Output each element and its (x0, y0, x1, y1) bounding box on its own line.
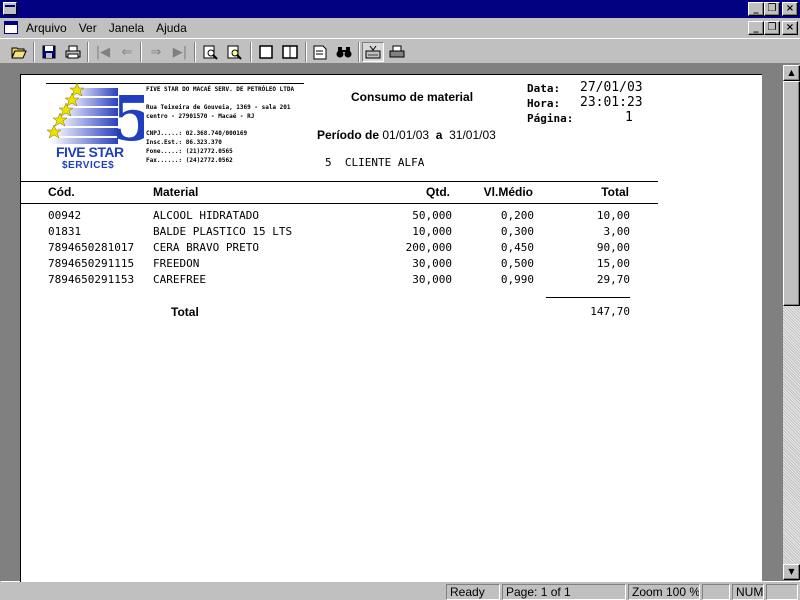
one-page-icon[interactable] (255, 42, 277, 62)
status-num: NUM (732, 584, 764, 600)
date-value: 27/01/03 (580, 80, 643, 95)
toolbar: |◀ ⇐ ⇒ ▶| (0, 38, 800, 64)
minimize-button[interactable]: _ (748, 2, 764, 16)
open-folder-icon[interactable] (8, 42, 30, 62)
col-header-vl-medio: Vl.Médio (483, 185, 533, 199)
scroll-down-icon[interactable]: ▼ (783, 564, 800, 580)
fax: Fax......: (24)2772.0562 (146, 157, 233, 164)
status-scrl (766, 584, 798, 600)
two-pages-icon[interactable] (279, 42, 301, 62)
report-title: Consumo de material (351, 90, 474, 104)
next-page-icon[interactable]: ⇒ (145, 42, 167, 62)
address-line-1: Rua Teixeira de Gouveia, 1369 - sala 201 (146, 104, 291, 111)
previous-page-icon[interactable]: ⇐ (116, 42, 138, 62)
insc-est: Insc.Est.: 86.323.370 (146, 139, 222, 146)
address-line-2: centro - 27901570 - Macaé - RJ (146, 113, 255, 120)
doc-restore-button[interactable]: ❐ (764, 21, 780, 35)
period: Período de 01/01/03 a 31/01/03 (317, 128, 496, 142)
vertical-scrollbar[interactable]: ▲ ▼ (783, 65, 800, 580)
page-setup-icon[interactable] (309, 42, 331, 62)
total-label: Total (171, 305, 199, 319)
client: 5 CLIENTE ALFA (325, 156, 425, 169)
menu-ver[interactable]: Ver (73, 21, 103, 35)
printer-setup-icon[interactable] (386, 42, 408, 62)
zoom-out-icon[interactable] (199, 42, 221, 62)
date-label: Data: (527, 82, 561, 95)
col-header-material: Material (153, 185, 199, 199)
logo-text: FIVE STAR (56, 144, 124, 160)
status-page: Page: 1 of 1 (502, 584, 626, 600)
scroll-up-icon[interactable]: ▲ (783, 65, 800, 81)
col-header-cod: Cód. (48, 185, 75, 199)
menu-arquivo[interactable]: Arquivo (20, 21, 73, 35)
scroll-thumb[interactable] (783, 81, 800, 306)
save-icon[interactable] (38, 42, 60, 62)
phone: Fone.....: (21)2772.0565 (146, 148, 233, 155)
page-label: Página: (527, 112, 574, 125)
doc-close-button[interactable]: × (782, 21, 798, 35)
status-bar: Ready Page: 1 of 1 Zoom 100 % NUM (0, 582, 800, 600)
menu-bar: Arquivo Ver Janela Ajuda _ ❐ × (0, 18, 800, 38)
doc-minimize-button[interactable]: _ (748, 21, 764, 35)
zoom-in-icon[interactable] (223, 42, 245, 62)
status-ready: Ready (446, 584, 500, 600)
page-value: 1 (625, 110, 633, 125)
document-system-icon[interactable] (4, 21, 18, 34)
time-label: Hora: (527, 97, 561, 110)
find-binoculars-icon[interactable] (333, 42, 355, 62)
restore-button[interactable]: ❐ (764, 2, 780, 16)
menu-janela[interactable]: Janela (103, 21, 150, 35)
export-icon[interactable] (362, 42, 384, 62)
five-star-logo: 5 FIVE STAR $ERVICE$ (44, 82, 155, 174)
app-system-icon[interactable] (3, 2, 17, 15)
col-header-total: Total (601, 185, 629, 199)
status-zoom: Zoom 100 % (628, 584, 700, 600)
time-value: 23:01:23 (580, 95, 643, 110)
status-caps (702, 584, 730, 600)
title-bar: _ ❐ × (0, 0, 800, 18)
company-name: FIVE STAR DO MACAÉ SERV. DE PETRÓLEO LTD… (146, 86, 295, 93)
close-button[interactable]: × (782, 2, 798, 16)
menu-ajuda[interactable]: Ajuda (150, 21, 193, 35)
col-header-qtd: Qtd. (426, 185, 450, 199)
last-page-icon[interactable]: ▶| (169, 42, 191, 62)
first-page-icon[interactable]: |◀ (92, 42, 114, 62)
total-value: 147,70 (590, 305, 630, 318)
print-icon[interactable] (62, 42, 84, 62)
logo-subtext: $ERVICE$ (62, 160, 115, 171)
cnpj: CNPJ.....: 02.368.740/000169 (146, 130, 248, 137)
